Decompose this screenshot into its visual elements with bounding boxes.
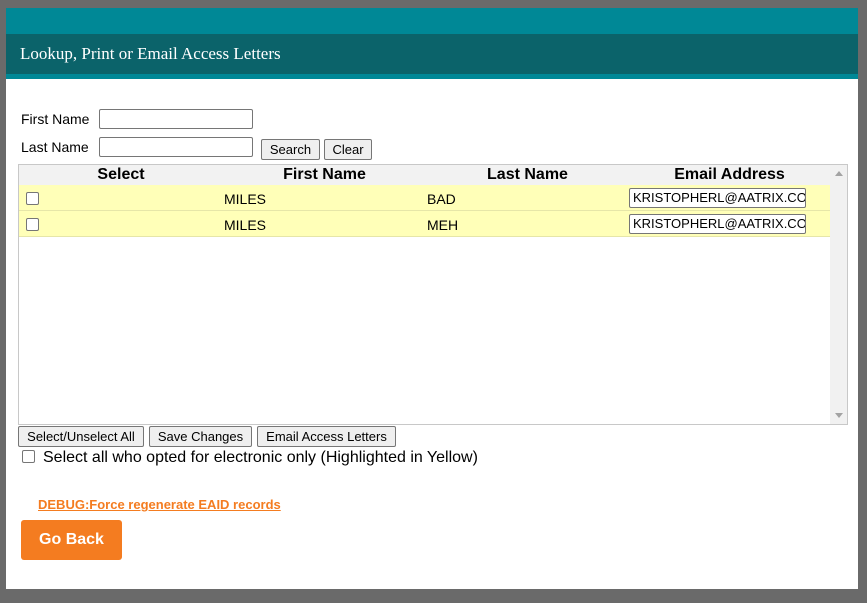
first-name-input[interactable] bbox=[99, 109, 253, 129]
first-name-cell: MILES bbox=[224, 191, 267, 207]
column-header-last-name: Last Name bbox=[487, 166, 568, 183]
scroll-up-icon[interactable] bbox=[835, 171, 843, 176]
column-header-first-name: First Name bbox=[283, 166, 366, 183]
email-field[interactable]: KRISTOPHERL@AATRIX.COM bbox=[629, 214, 806, 234]
last-name-cell: MEH bbox=[427, 217, 459, 233]
electronic-only-checkbox[interactable] bbox=[22, 450, 35, 463]
go-back-button[interactable]: Go Back bbox=[21, 520, 122, 560]
first-name-cell: MILES bbox=[224, 217, 267, 233]
page-title: Lookup, Print or Email Access Letters bbox=[20, 44, 281, 63]
email-access-letters-button[interactable]: Email Access Letters bbox=[257, 426, 396, 447]
grid-scrollbar[interactable] bbox=[830, 165, 847, 424]
title-bar: Lookup, Print or Email Access Letters bbox=[6, 34, 858, 79]
row-select-checkbox[interactable] bbox=[26, 218, 39, 231]
scroll-down-icon[interactable] bbox=[835, 413, 843, 418]
last-name-label: Last Name bbox=[21, 139, 89, 155]
row-select-checkbox[interactable] bbox=[26, 192, 39, 205]
electronic-only-label: Select all who opted for electronic only… bbox=[43, 449, 478, 466]
top-strip bbox=[6, 8, 858, 34]
save-changes-button[interactable]: Save Changes bbox=[149, 426, 252, 447]
column-header-email: Email Address bbox=[674, 166, 785, 183]
last-name-input[interactable] bbox=[99, 137, 253, 157]
debug-regenerate-link[interactable]: DEBUG:Force regenerate EAID records bbox=[38, 497, 281, 512]
column-header-select: Select bbox=[97, 166, 145, 183]
first-name-label: First Name bbox=[21, 111, 90, 127]
table-row: MILES MEH KRISTOPHERL@AATRIX.COM bbox=[19, 211, 830, 237]
grid-header: Select First Name Last Name Email Addres… bbox=[19, 165, 830, 185]
access-letters-window: Lookup, Print or Email Access Letters Fi… bbox=[6, 8, 858, 589]
table-row: MILES BAD KRISTOPHERL@AATRIX.COM bbox=[19, 185, 830, 211]
select-unselect-all-button[interactable]: Select/Unselect All bbox=[18, 426, 144, 447]
last-name-cell: BAD bbox=[427, 191, 456, 207]
email-field[interactable]: KRISTOPHERL@AATRIX.COM bbox=[629, 188, 806, 208]
clear-button[interactable]: Clear bbox=[324, 139, 372, 160]
search-button[interactable]: Search bbox=[261, 139, 320, 160]
results-grid: Select First Name Last Name Email Addres… bbox=[18, 164, 848, 425]
